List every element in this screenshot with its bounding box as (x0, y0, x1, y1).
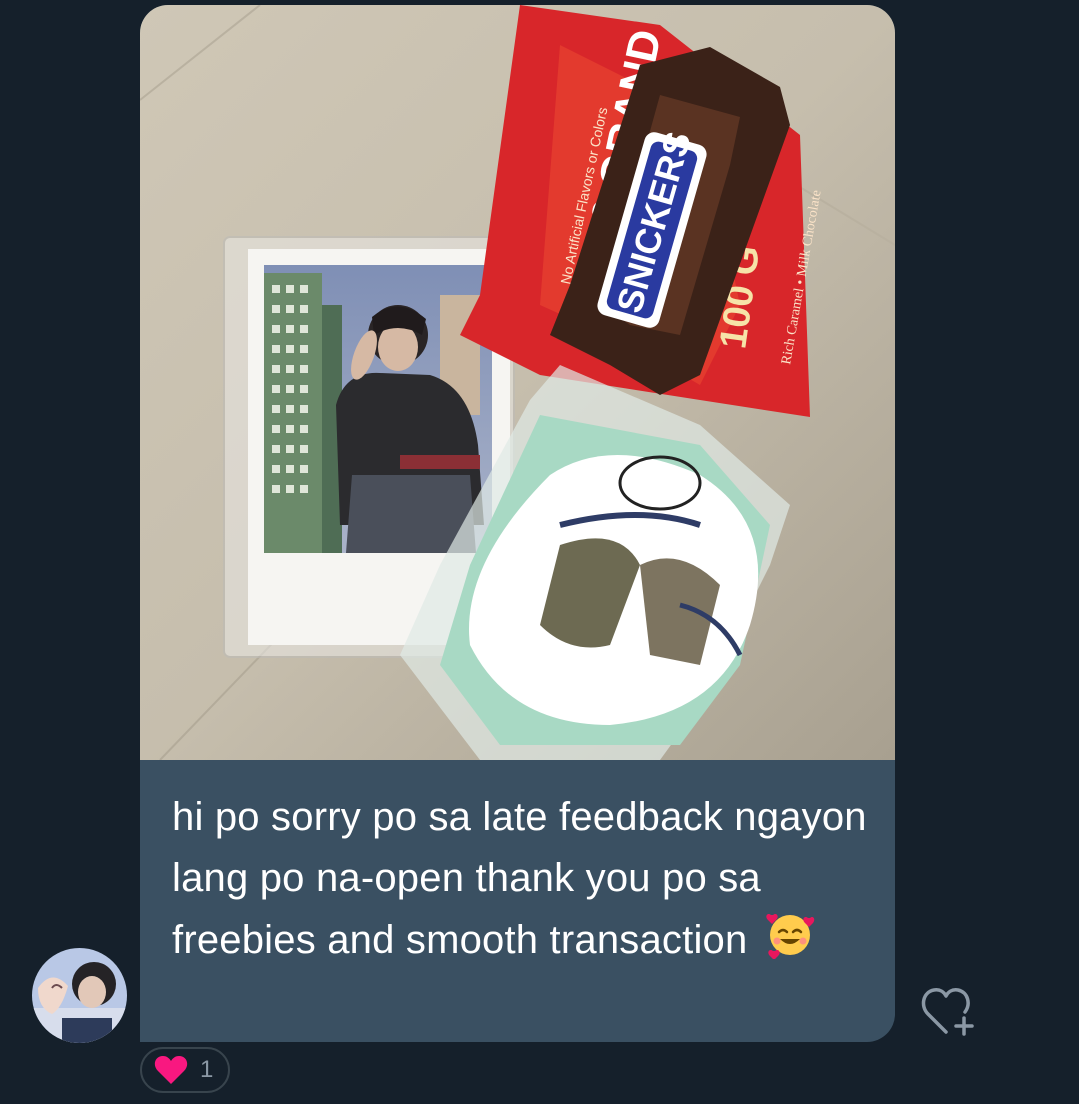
sender-avatar[interactable] (32, 948, 127, 1043)
message-body: hi po sorry po sa late feedback ngayon l… (172, 795, 867, 962)
add-reaction-button[interactable] (920, 984, 978, 1038)
message-text: hi po sorry po sa late feedback ngayon l… (172, 787, 872, 977)
attached-photo[interactable]: 100 GRAND No Artificial Flavors or Color… (140, 5, 895, 760)
dm-conversation: 100 GRAND No Artificial Flavors or Color… (0, 0, 1079, 1104)
received-message-bubble: 100 GRAND No Artificial Flavors or Color… (140, 5, 895, 1042)
heart-icon (154, 1056, 188, 1084)
smiling-face-with-hearts-icon (765, 909, 815, 977)
heart-plus-icon (921, 988, 974, 1036)
reaction-summary[interactable]: 1 (140, 1047, 230, 1093)
reaction-count: 1 (200, 1056, 214, 1083)
photo-illustration: 100 GRAND No Artificial Flavors or Color… (140, 5, 895, 760)
